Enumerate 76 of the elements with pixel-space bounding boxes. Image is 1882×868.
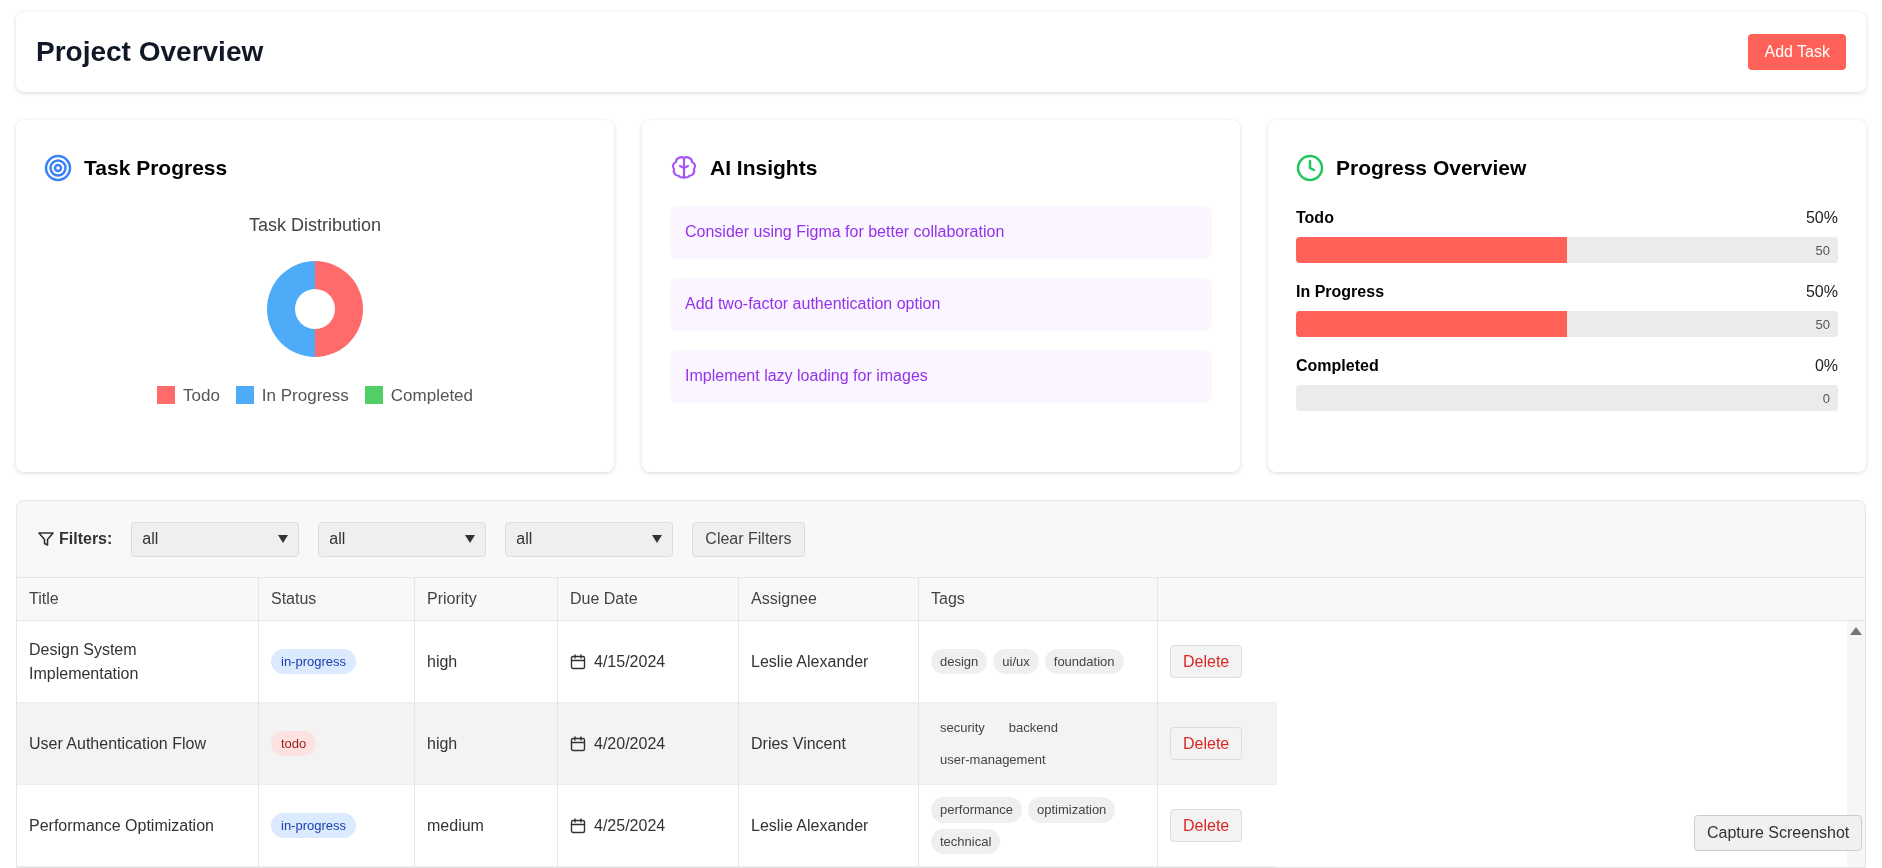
- table-row[interactable]: Design System Implementation in-progress high 4/15/2024 Leslie Alexander design ui/ux foundation Delete: [17, 621, 1277, 703]
- legend-label: Completed: [390, 384, 473, 407]
- legend-label: In Progress: [261, 384, 349, 407]
- table-cell-text: high: [427, 733, 458, 754]
- progress-value: 0: [1822, 389, 1830, 408]
- insight-item: Add two-factor authentication option: [670, 277, 1212, 331]
- progress-percent: 50%: [1805, 207, 1838, 228]
- table-cell-text: 4/15/2024: [594, 651, 666, 672]
- table-cell-text: User Authentication Flow: [29, 733, 206, 754]
- delete-button[interactable]: Delete: [1170, 727, 1243, 760]
- column-header: Assignee: [751, 589, 817, 609]
- column-header: Status: [271, 589, 317, 609]
- card-title: Task Progress: [84, 155, 228, 181]
- column-header: Priority: [427, 589, 477, 609]
- progress-value: 50: [1815, 241, 1830, 260]
- calendar-icon: [570, 817, 586, 834]
- insight-item: Implement lazy loading for images: [670, 349, 1212, 403]
- target-icon: [44, 153, 72, 182]
- progress-percent: 0%: [1814, 355, 1838, 376]
- tag-chip: optimization: [1028, 797, 1116, 823]
- delete-button[interactable]: Delete: [1170, 809, 1243, 842]
- chart-title: Task Distribution: [248, 213, 381, 237]
- table-row[interactable]: User Authentication Flow todo high 4/20/2024 Dries Vincent security backend user-management Delete: [17, 703, 1277, 785]
- filter-dropdown[interactable]: all: [131, 521, 300, 557]
- status-badge: todo: [271, 730, 317, 757]
- caret-icon: [652, 535, 663, 543]
- filter-dropdown[interactable]: all: [318, 521, 487, 557]
- delete-button[interactable]: Delete: [1170, 645, 1243, 678]
- status-badge: in-progress: [271, 812, 357, 839]
- calendar-icon: [570, 653, 586, 670]
- table-cell-text: Leslie Alexander: [751, 651, 869, 672]
- tag-chip: technical: [931, 828, 1001, 854]
- table-cell-text: Design System Implementation: [29, 639, 140, 684]
- caret-icon: [465, 535, 476, 543]
- card-title: AI Insights: [710, 155, 818, 181]
- capture-screenshot-button[interactable]: Capture Screenshot: [1694, 815, 1863, 851]
- filters-label: Filters:: [59, 529, 113, 549]
- table-cell-text: 4/25/2024: [594, 815, 666, 836]
- legend-swatch: [235, 386, 254, 405]
- tag-label: backend: [1007, 719, 1059, 737]
- table-cell-text: high: [427, 651, 458, 672]
- tag-chip: performance: [931, 797, 1022, 823]
- legend-label: Todo: [183, 384, 220, 407]
- column-header: Tags: [931, 589, 965, 609]
- filter-icon: [37, 530, 55, 548]
- tag-chip: design: [931, 648, 988, 675]
- progress-percent: 50%: [1805, 281, 1838, 302]
- tag-chip: ui/ux: [993, 648, 1039, 675]
- table-cell-text: Dries Vincent: [751, 733, 846, 754]
- table-row[interactable]: Performance Optimization in-progress medium 4/25/2024 Leslie Alexander performance optimization technical Delete: [17, 785, 1277, 867]
- filter-dropdown[interactable]: all: [505, 521, 674, 557]
- tag-chip: foundation: [1044, 648, 1124, 675]
- progress-value: 50: [1815, 315, 1830, 334]
- tag-label: security: [939, 719, 986, 737]
- table-cell-text: 4/20/2024: [594, 733, 666, 754]
- insight-item: Consider using Figma for better collaboration: [670, 205, 1212, 259]
- progress-label: Todo: [1296, 207, 1334, 228]
- table-cell-text: Leslie Alexander: [751, 815, 869, 836]
- clock-icon: [1296, 153, 1324, 182]
- clear-filters-button[interactable]: Clear Filters: [692, 521, 805, 557]
- card-title: Progress Overview: [1336, 155, 1527, 181]
- tag-label: user-management: [939, 750, 1047, 769]
- column-header: Due Date: [570, 589, 638, 609]
- legend-swatch: [364, 386, 383, 405]
- scroll-up-arrow-icon[interactable]: [1850, 627, 1862, 635]
- page-title: Project Overview: [36, 35, 264, 69]
- column-header: Title: [29, 589, 59, 609]
- calendar-icon: [570, 735, 586, 752]
- progress-label: In Progress: [1296, 281, 1385, 302]
- table-cell-text: Performance Optimization: [29, 815, 214, 836]
- caret-icon: [278, 535, 289, 543]
- table-cell-text: medium: [427, 815, 484, 836]
- progress-label: Completed: [1296, 355, 1379, 376]
- brain-icon: [670, 153, 698, 182]
- status-badge: in-progress: [271, 648, 357, 675]
- legend-swatch: [157, 386, 175, 405]
